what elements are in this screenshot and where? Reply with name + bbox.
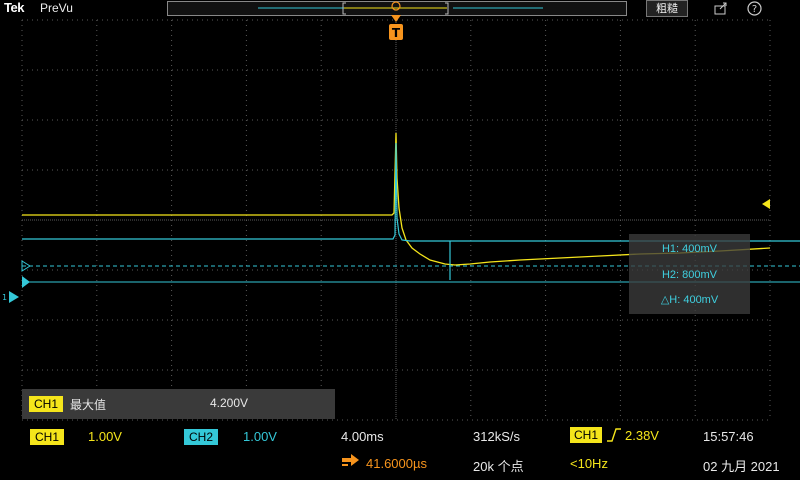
delta-h-readout: △H: 400mV (660, 294, 719, 306)
trigger-level-marker[interactable] (762, 199, 770, 209)
ch1-ground-number: 1 (2, 293, 7, 302)
delay-readout[interactable]: 41.6000µs (366, 456, 427, 471)
h1-readout: H1: 400mV (661, 243, 718, 255)
svg-text:?: ? (752, 4, 757, 15)
clock-date: 02 九月 2021 (703, 459, 780, 474)
clock-time: 15:57:46 (703, 429, 754, 444)
stat-value: 4.200V (210, 396, 249, 410)
trigger-level-readout[interactable]: 2.38V (625, 428, 659, 443)
trigger-letter: T (392, 26, 401, 40)
record-length-readout: 20k 个点 (473, 459, 524, 474)
ch1-ground-marker[interactable] (9, 291, 19, 303)
measurement-stat-panel[interactable]: CH1 最大值 4.200V (22, 389, 335, 419)
h2-readout: H2: 800mV (661, 269, 718, 281)
ch2-scale[interactable]: 1.00V (243, 429, 277, 444)
mode-label: PreVu (40, 1, 73, 15)
grid-lines (21, 19, 771, 421)
rising-edge-icon (607, 428, 621, 442)
cursor-readout-panel[interactable]: H1: 400mV H2: 800mV △H: 400mV (629, 234, 750, 314)
ch1-badge[interactable]: CH1 (30, 429, 64, 445)
ch2-badge[interactable]: CH2 (184, 429, 218, 445)
trigger-frequency-readout: <10Hz (570, 456, 608, 471)
help-icon[interactable]: ? (747, 1, 762, 16)
ch1-scale[interactable]: 1.00V (88, 429, 122, 444)
timebase-readout[interactable]: 4.00ms (341, 429, 384, 444)
stat-channel-badge: CH1 (29, 396, 63, 412)
export-icon[interactable] (714, 1, 728, 15)
cursor-marker[interactable] (22, 276, 30, 288)
stat-name: 最大值 (70, 398, 107, 412)
brand-logo: Tek (4, 0, 24, 15)
coarse-button[interactable]: 粗糙 (646, 0, 688, 17)
waveform-graticule[interactable]: 1 (0, 18, 800, 428)
delay-arrow-icon (342, 454, 359, 466)
trigger-source-badge[interactable]: CH1 (570, 427, 602, 443)
trigger-position-marker[interactable]: T (388, 0, 404, 42)
sample-rate-readout: 312kS/s (473, 429, 520, 444)
